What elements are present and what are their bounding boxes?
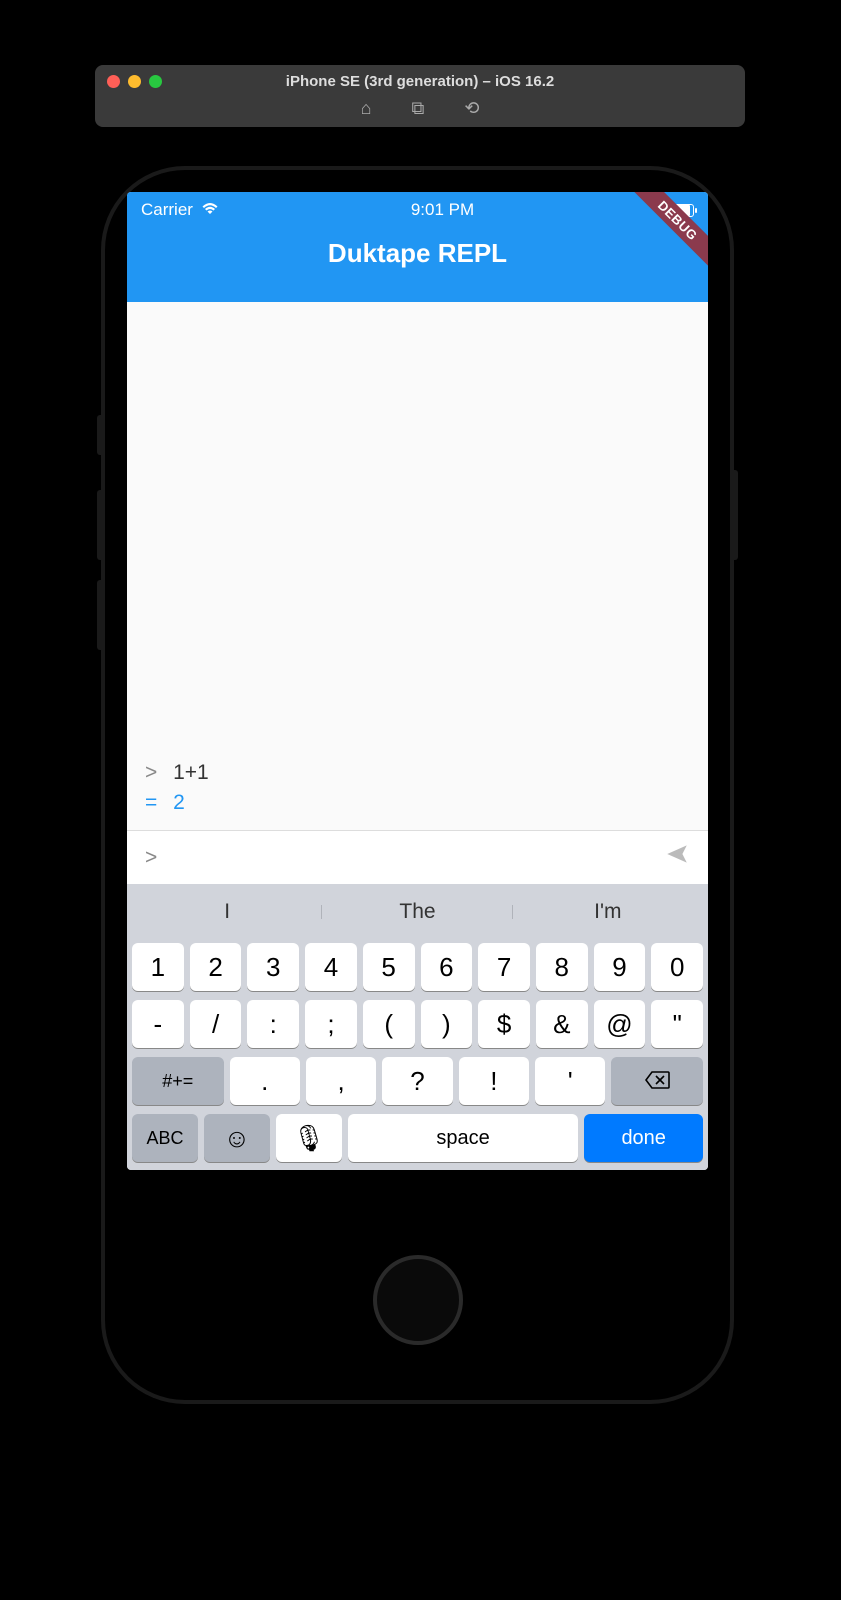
key-lparen[interactable]: ( bbox=[363, 1000, 415, 1048]
simulator-toolbar: ⌂ ⧉ ⟲ bbox=[361, 98, 480, 119]
key-dictation[interactable]: 🎙 bbox=[276, 1114, 342, 1162]
key-colon[interactable]: : bbox=[247, 1000, 299, 1048]
rotate-icon[interactable]: ⟲ bbox=[464, 98, 479, 119]
zoom-window-button[interactable] bbox=[149, 75, 162, 88]
key-5[interactable]: 5 bbox=[363, 943, 415, 991]
phone-screen: Carrier 9:01 PM Duktape REPL DEBUG > 1+1… bbox=[127, 192, 708, 1170]
key-comma[interactable]: , bbox=[306, 1057, 376, 1105]
key-9[interactable]: 9 bbox=[594, 943, 646, 991]
prompt-symbol: > bbox=[145, 761, 157, 784]
volume-down-button[interactable] bbox=[97, 580, 105, 650]
keyboard-row-2: - / : ; ( ) $ & @ " bbox=[132, 1000, 703, 1048]
key-symbols-mode[interactable]: #+= bbox=[132, 1057, 224, 1105]
key-rparen[interactable]: ) bbox=[421, 1000, 473, 1048]
key-amp[interactable]: & bbox=[536, 1000, 588, 1048]
repl-output-area[interactable]: > 1+1 = 2 bbox=[127, 302, 708, 830]
repl-input-line: > 1+1 bbox=[145, 761, 690, 785]
key-dash[interactable]: - bbox=[132, 1000, 184, 1048]
backspace-icon bbox=[644, 1066, 670, 1097]
key-6[interactable]: 6 bbox=[421, 943, 473, 991]
repl-output-line: = 2 bbox=[145, 791, 690, 815]
home-button[interactable] bbox=[373, 1255, 463, 1345]
key-period[interactable]: . bbox=[230, 1057, 300, 1105]
key-done[interactable]: done bbox=[584, 1114, 703, 1162]
key-space[interactable]: space bbox=[348, 1114, 579, 1162]
suggestion-2[interactable]: The bbox=[322, 900, 512, 924]
keyboard-row-3: #+= . , ? ! ' bbox=[132, 1057, 703, 1105]
keyboard-row-4: ABC ☺ 🎙 space done bbox=[132, 1114, 703, 1162]
repl-text-input[interactable] bbox=[167, 846, 664, 870]
time-label: 9:01 PM bbox=[411, 200, 474, 220]
key-at[interactable]: @ bbox=[594, 1000, 646, 1048]
key-semicolon[interactable]: ; bbox=[305, 1000, 357, 1048]
key-2[interactable]: 2 bbox=[190, 943, 242, 991]
on-screen-keyboard: I The I'm 1 2 3 4 5 6 7 8 9 0 - / : ; bbox=[127, 884, 708, 1170]
key-4[interactable]: 4 bbox=[305, 943, 357, 991]
repl-input-text: 1+1 bbox=[173, 761, 209, 784]
key-emoji[interactable]: ☺ bbox=[204, 1114, 270, 1162]
app-header: Carrier 9:01 PM Duktape REPL DEBUG bbox=[127, 192, 708, 302]
power-button[interactable] bbox=[730, 470, 738, 560]
key-question[interactable]: ? bbox=[382, 1057, 452, 1105]
suggestion-1[interactable]: I bbox=[132, 900, 322, 924]
emoji-icon: ☺ bbox=[224, 1123, 251, 1154]
key-quote[interactable]: " bbox=[651, 1000, 703, 1048]
key-7[interactable]: 7 bbox=[478, 943, 530, 991]
key-apostrophe[interactable]: ' bbox=[535, 1057, 605, 1105]
key-slash[interactable]: / bbox=[190, 1000, 242, 1048]
keyboard-suggestions: I The I'm bbox=[132, 890, 703, 934]
mute-switch[interactable] bbox=[97, 415, 105, 455]
keyboard-row-1: 1 2 3 4 5 6 7 8 9 0 bbox=[132, 943, 703, 991]
key-0[interactable]: 0 bbox=[651, 943, 703, 991]
screenshot-icon[interactable]: ⧉ bbox=[411, 98, 424, 119]
simulator-titlebar: iPhone SE (3rd generation) – iOS 16.2 ⌂ … bbox=[95, 65, 745, 127]
key-abc-mode[interactable]: ABC bbox=[132, 1114, 198, 1162]
key-1[interactable]: 1 bbox=[132, 943, 184, 991]
key-8[interactable]: 8 bbox=[536, 943, 588, 991]
wifi-icon bbox=[201, 200, 219, 220]
key-backspace[interactable] bbox=[611, 1057, 703, 1105]
phone-frame: Carrier 9:01 PM Duktape REPL DEBUG > 1+1… bbox=[105, 170, 730, 1400]
key-exclaim[interactable]: ! bbox=[459, 1057, 529, 1105]
status-bar: Carrier 9:01 PM bbox=[127, 192, 708, 228]
carrier-label: Carrier bbox=[141, 200, 193, 220]
home-icon[interactable]: ⌂ bbox=[361, 98, 372, 119]
repl-output-text: 2 bbox=[173, 791, 185, 814]
simulator-title: iPhone SE (3rd generation) – iOS 16.2 bbox=[286, 73, 554, 90]
send-button[interactable] bbox=[664, 841, 690, 874]
microphone-icon: 🎙 bbox=[292, 1123, 325, 1154]
window-controls bbox=[107, 75, 162, 88]
suggestion-3[interactable]: I'm bbox=[513, 900, 703, 924]
volume-up-button[interactable] bbox=[97, 490, 105, 560]
key-dollar[interactable]: $ bbox=[478, 1000, 530, 1048]
app-title: Duktape REPL bbox=[127, 238, 708, 269]
result-symbol: = bbox=[145, 791, 157, 814]
input-prompt-symbol: > bbox=[145, 846, 157, 870]
close-window-button[interactable] bbox=[107, 75, 120, 88]
repl-input-row: > bbox=[127, 830, 708, 884]
minimize-window-button[interactable] bbox=[128, 75, 141, 88]
key-3[interactable]: 3 bbox=[247, 943, 299, 991]
